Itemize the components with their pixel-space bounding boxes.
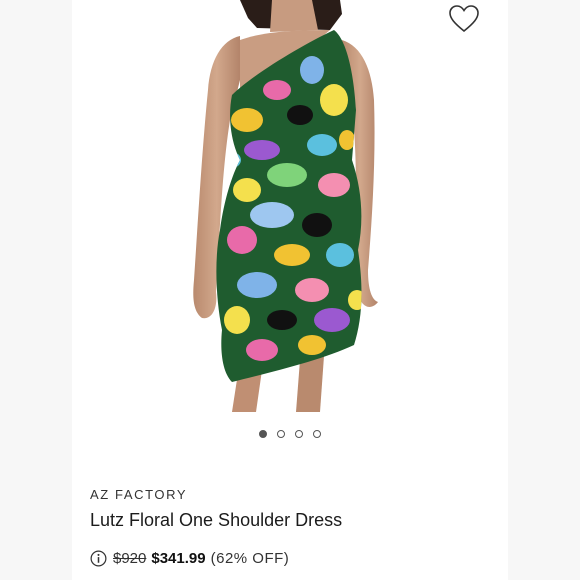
- carousel-pagination: [72, 428, 508, 442]
- discount-label: (62% OFF): [210, 549, 290, 567]
- info-circle-icon[interactable]: [90, 550, 107, 567]
- product-card: AZ FACTORY Lutz Floral One Shoulder Dres…: [72, 0, 508, 580]
- product-title: Lutz Floral One Shoulder Dress: [90, 510, 343, 530]
- dress-photo: [193, 0, 378, 412]
- sale-price: $341.99: [151, 549, 206, 567]
- original-price: $920: [113, 549, 147, 567]
- wishlist-heart-icon[interactable]: [448, 4, 480, 34]
- carousel-dot-2[interactable]: [277, 430, 285, 438]
- product-image[interactable]: [72, 0, 508, 418]
- carousel-dot-1[interactable]: [259, 430, 267, 438]
- carousel-dot-3[interactable]: [295, 430, 303, 438]
- brand-name[interactable]: AZ FACTORY: [90, 487, 187, 502]
- heart-outline-icon: [449, 5, 479, 33]
- carousel-dot-4[interactable]: [313, 430, 321, 438]
- price-row: $920 $341.99 (62% OFF): [90, 548, 289, 568]
